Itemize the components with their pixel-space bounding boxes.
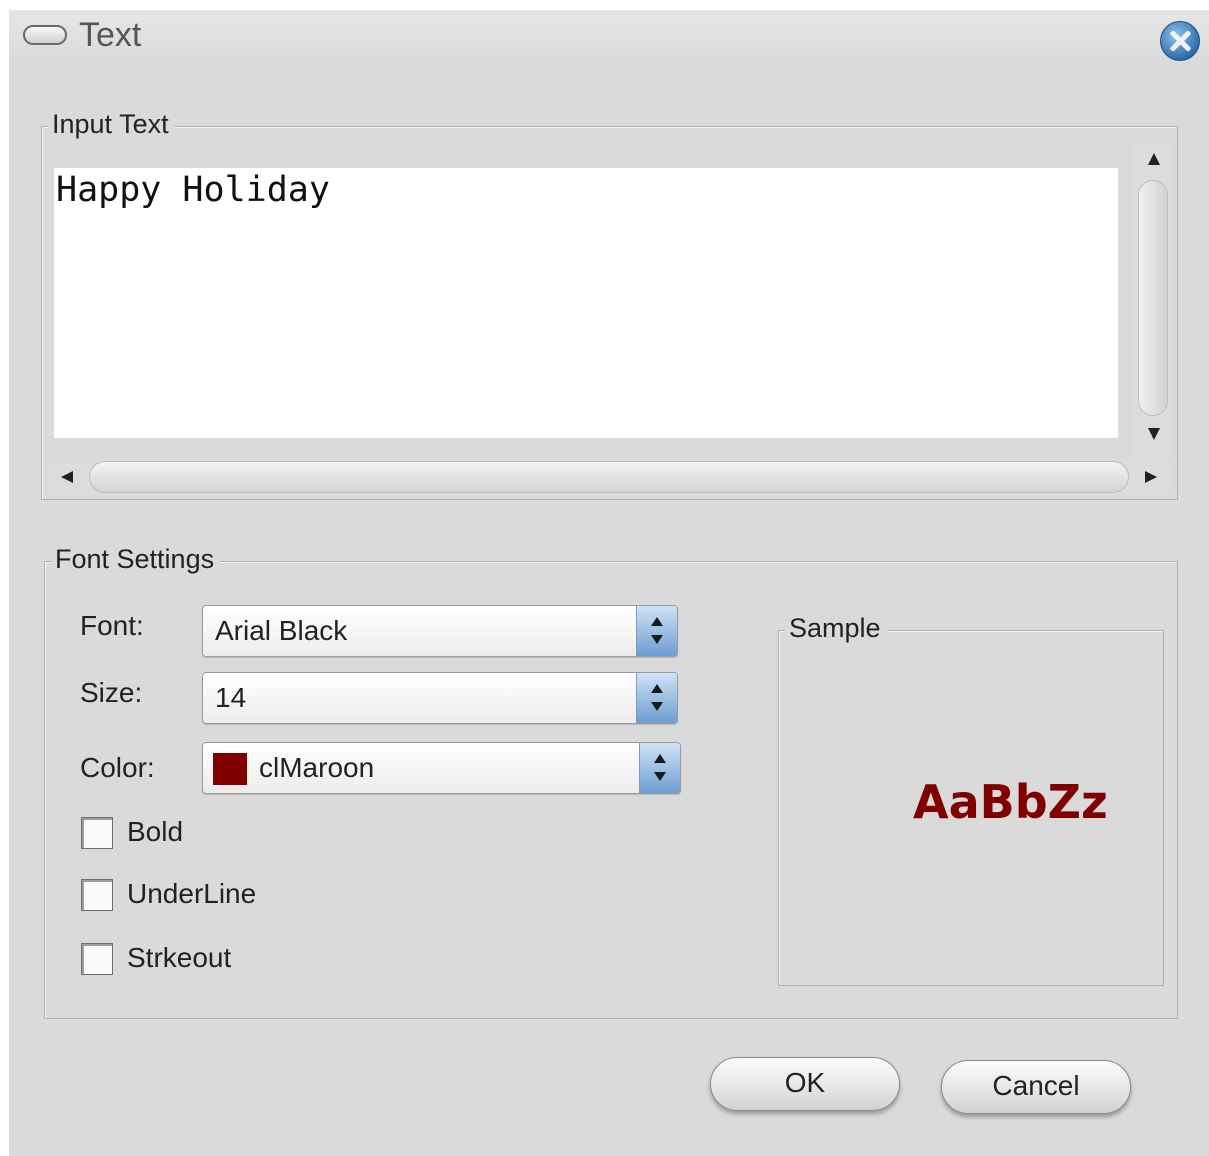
window-title: Text <box>79 16 142 54</box>
sample-group-label: Sample <box>785 613 887 644</box>
color-select[interactable]: clMaroon <box>202 742 681 794</box>
size-select-spinner-icon[interactable] <box>636 673 677 723</box>
color-label: Color: <box>80 752 155 783</box>
underline-label: UnderLine <box>127 878 257 909</box>
horizontal-scrollbar[interactable] <box>49 459 1173 495</box>
font-select-value: Arial Black <box>215 615 348 646</box>
strikeout-label: Strkeout <box>127 942 232 973</box>
bold-label: Bold <box>127 816 184 847</box>
underline-checkbox[interactable] <box>81 879 113 911</box>
strikeout-checkbox[interactable] <box>81 943 113 975</box>
title-bar: Text <box>9 10 1209 68</box>
window-menu-icon[interactable] <box>23 25 67 45</box>
input-text-group-label: Input Text <box>48 109 175 140</box>
color-select-spinner-icon[interactable] <box>639 743 680 793</box>
font-select[interactable]: Arial Black <box>202 605 678 657</box>
vertical-scrollbar[interactable] <box>1133 142 1173 458</box>
sample-preview-text: AaBbZz <box>913 775 1108 829</box>
cancel-button[interactable]: Cancel <box>941 1060 1131 1114</box>
scroll-left-arrow-icon[interactable] <box>61 471 73 483</box>
font-select-spinner-icon[interactable] <box>636 606 677 656</box>
ok-button[interactable]: OK <box>710 1057 900 1111</box>
color-select-value: clMaroon <box>259 752 375 783</box>
bold-checkbox[interactable] <box>81 817 113 849</box>
size-select[interactable]: 14 <box>202 672 678 724</box>
font-settings-group-label: Font Settings <box>51 544 221 575</box>
scroll-right-arrow-icon[interactable] <box>1145 471 1157 483</box>
scroll-down-arrow-icon[interactable] <box>1148 428 1160 440</box>
vertical-scroll-thumb[interactable] <box>1138 180 1168 416</box>
input-text-area[interactable]: Happy Holiday <box>54 168 1118 438</box>
color-swatch <box>213 753 247 785</box>
size-label: Size: <box>80 677 143 708</box>
close-icon[interactable] <box>1160 21 1200 61</box>
scroll-up-arrow-icon[interactable] <box>1148 153 1160 165</box>
horizontal-scroll-thumb[interactable] <box>89 461 1129 493</box>
font-label: Font: <box>80 610 144 641</box>
size-select-value: 14 <box>215 682 247 713</box>
